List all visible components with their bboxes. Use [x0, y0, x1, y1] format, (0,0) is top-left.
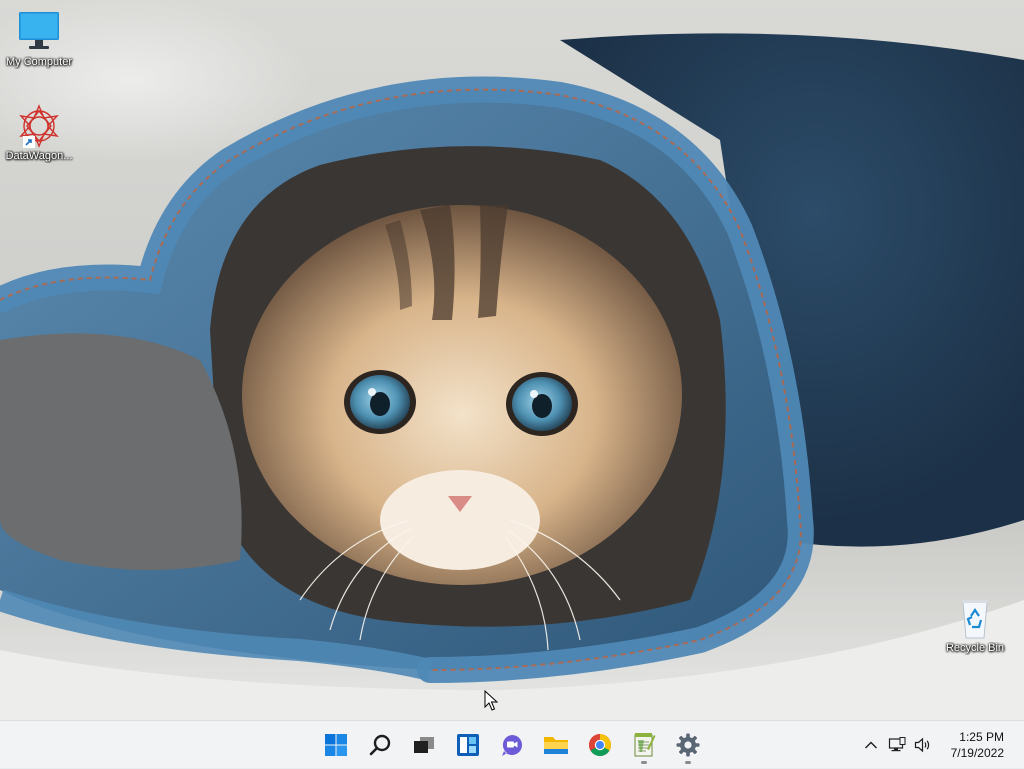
taskbar-apps [314, 721, 710, 769]
chat-button[interactable] [490, 725, 534, 765]
show-hidden-icons-button[interactable] [858, 725, 884, 765]
desktop-icon-label: My Computer [5, 56, 73, 68]
task-view-button[interactable] [402, 725, 446, 765]
desktop-icon-datawagon[interactable]: DataWagon... [0, 104, 78, 163]
kitten-wallpaper-image [0, 33, 1024, 720]
notepad-plus-plus-icon [634, 733, 656, 757]
settings-button[interactable] [666, 725, 710, 765]
desktop-icon-label: Recycle Bin [945, 642, 1005, 654]
network-icon [888, 737, 906, 752]
desktop-icon-my-computer[interactable]: My Computer [0, 10, 78, 69]
system-tray: 1:25 PM 7/19/2022 [858, 721, 1024, 769]
desktop-icon-label: DataWagon... [5, 150, 73, 162]
running-indicator [641, 761, 647, 764]
settings-gear-icon [676, 733, 700, 757]
task-view-icon [414, 737, 434, 753]
chrome-icon [589, 734, 611, 756]
start-button[interactable] [314, 725, 358, 765]
chevron-up-icon [865, 741, 877, 749]
network-button[interactable] [884, 725, 910, 765]
file-explorer-button[interactable] [534, 725, 578, 765]
monitor-icon [15, 10, 63, 54]
datawagon-icon [15, 104, 63, 148]
search-icon [369, 734, 391, 756]
volume-button[interactable] [910, 725, 936, 765]
running-indicator [685, 761, 691, 764]
notepad-plus-plus-button[interactable] [622, 725, 666, 765]
chat-icon [502, 735, 522, 756]
desktop-icon-recycle-bin[interactable]: Recycle Bin [936, 596, 1014, 655]
recycle-bin-icon [951, 596, 999, 640]
folder-icon [544, 737, 568, 754]
clock-time: 1:25 PM [959, 730, 1004, 744]
windows-start-icon [325, 734, 347, 756]
widgets-button[interactable] [446, 725, 490, 765]
widgets-icon [457, 734, 479, 756]
mouse-cursor-icon [484, 690, 498, 711]
taskbar-clock[interactable]: 1:25 PM 7/19/2022 [936, 725, 1024, 765]
search-button[interactable] [358, 725, 402, 765]
taskbar: 1:25 PM 7/19/2022 [0, 720, 1024, 768]
shortcut-arrow-icon [23, 136, 35, 148]
speaker-icon [914, 737, 930, 753]
chrome-button[interactable] [578, 725, 622, 765]
desktop-wallpaper [0, 0, 1024, 720]
clock-date: 7/19/2022 [950, 746, 1004, 760]
